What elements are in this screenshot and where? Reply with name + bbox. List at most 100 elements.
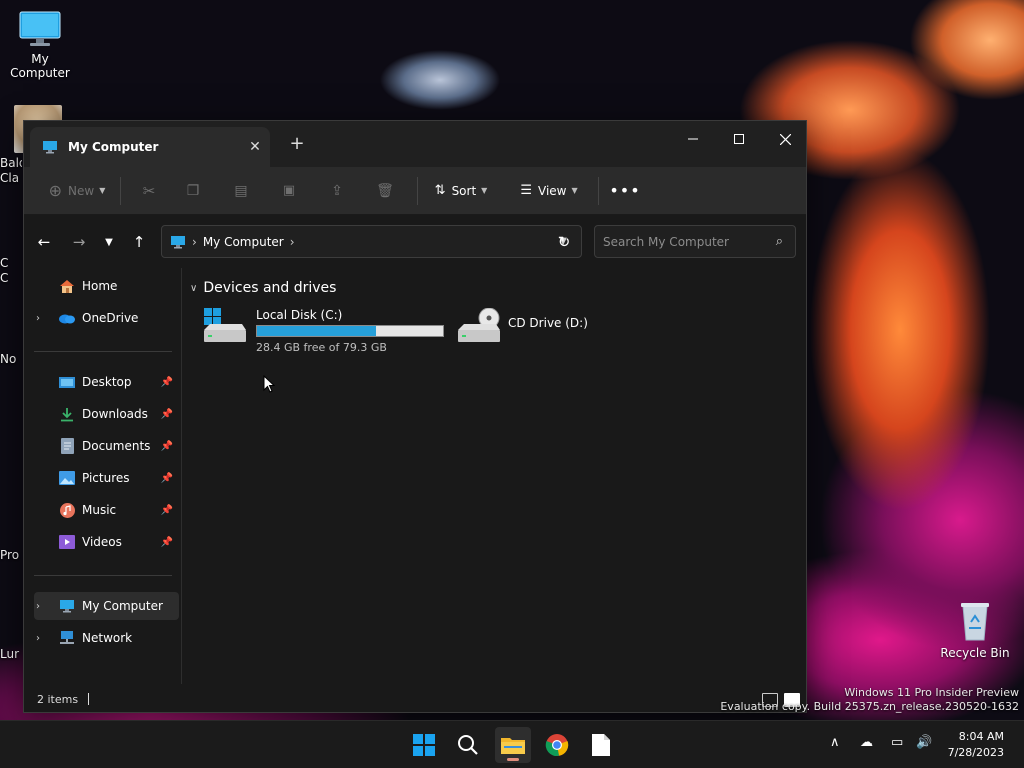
drive-details: Local Disk (C:) 28.4 GB free of 79.3 GB (256, 308, 444, 354)
clipboard-icon: ▤ (234, 182, 248, 199)
sidebar-item-label: Network (82, 631, 133, 645)
system-clock[interactable]: 8:04 AM 7/28/2023 (948, 729, 1004, 761)
view-icon: ☰ (520, 183, 532, 198)
sidebar-item-videos[interactable]: Videos 📌 (34, 528, 179, 556)
pin-icon[interactable]: 📌 (161, 377, 173, 388)
sidebar-item-documents[interactable]: Documents 📌 (34, 432, 179, 460)
tab-close-icon[interactable]: ✕ (240, 139, 270, 155)
recycle-bin-icon (961, 603, 989, 641)
toolbar-separator (120, 176, 121, 205)
drive-item-c[interactable]: Local Disk (C:) 28.4 GB free of 79.3 GB (202, 308, 444, 354)
share-button[interactable]: ⇪ (313, 174, 361, 208)
breadcrumb-chevron-icon[interactable]: › (290, 235, 295, 249)
chrome-taskbar-button[interactable] (539, 727, 575, 763)
sidebar-divider (34, 575, 172, 576)
sidebar-item-downloads[interactable]: Downloads 📌 (34, 400, 179, 428)
rename-button[interactable]: ▣ (265, 174, 313, 208)
new-button[interactable]: ⊕ New ▼ (42, 174, 112, 208)
navigation-pane: Home › OneDrive Desktop 📌 Downloads 📌 Do… (24, 268, 182, 684)
address-bar-row: ← → ▼ ↑ › My Computer › ▼ ↻ ⌕ (24, 216, 806, 268)
sort-button[interactable]: ⇅ Sort ▼ (426, 174, 496, 208)
breadcrumb-chevron-icon: › (192, 234, 197, 249)
copy-button[interactable]: ❐ (169, 174, 217, 208)
windows-logo-icon (413, 734, 435, 756)
file-explorer-taskbar-button[interactable] (495, 727, 531, 763)
item-count: 2 items (37, 692, 79, 706)
sidebar-item-pictures[interactable]: Pictures 📌 (34, 464, 179, 492)
desktop-my-computer[interactable]: My Computer (0, 10, 80, 80)
view-button[interactable]: ☰ View ▼ (508, 174, 590, 208)
expand-chevron-icon[interactable]: › (36, 313, 48, 324)
sidebar-item-desktop[interactable]: Desktop 📌 (34, 368, 179, 396)
group-title: Devices and drives (203, 280, 337, 296)
music-icon (58, 501, 76, 519)
close-window-button[interactable] (762, 125, 808, 153)
search-box[interactable]: ⌕ (594, 225, 796, 258)
build-watermark: Windows 11 Pro Insider Preview Evaluatio… (720, 686, 1019, 714)
collapse-chevron-icon[interactable]: ∨ (190, 283, 197, 294)
share-icon: ⇪ (331, 182, 343, 199)
show-hidden-icons-button[interactable]: ∧ (830, 735, 840, 750)
pictures-icon (58, 469, 76, 487)
sidebar-divider (34, 351, 172, 352)
breadcrumb-my-computer[interactable]: My Computer (203, 235, 284, 249)
pin-icon[interactable]: 📌 (161, 537, 173, 548)
maximize-button[interactable] (716, 125, 762, 153)
cut-button[interactable]: ✂ (129, 174, 169, 208)
pin-icon[interactable]: 📌 (161, 409, 173, 420)
cloud-icon (58, 309, 76, 327)
mouse-cursor-icon (263, 375, 275, 393)
scissors-icon: ✂ (142, 181, 156, 200)
desktop-recycle-bin[interactable]: Recycle Bin (935, 598, 1015, 660)
home-icon (58, 277, 76, 295)
sidebar-item-home[interactable]: Home (34, 272, 179, 300)
paste-button[interactable]: ▤ (217, 174, 265, 208)
more-options-button[interactable]: ••• (607, 174, 643, 208)
delete-button[interactable]: 🗑 (361, 174, 409, 208)
new-label: New (68, 183, 95, 198)
drive-name: CD Drive (D:) (508, 316, 588, 330)
sidebar-item-network[interactable]: › Network (34, 624, 179, 652)
pin-icon[interactable]: 📌 (161, 505, 173, 516)
clock-date: 7/28/2023 (947, 746, 1004, 759)
arrow-right-icon: → (72, 233, 86, 251)
sort-icon: ⇅ (434, 183, 446, 198)
sidebar-item-my-computer[interactable]: › My Computer (34, 592, 179, 620)
drive-free-space: 28.4 GB free of 79.3 GB (256, 341, 387, 354)
network-tray-icon[interactable]: ▭ (891, 735, 903, 750)
status-divider (88, 693, 90, 705)
cd-drive-icon (458, 308, 500, 342)
start-button[interactable] (406, 727, 442, 763)
group-header-devices[interactable]: ∨ Devices and drives (190, 280, 336, 296)
volume-icon[interactable]: 🔊 (916, 735, 932, 750)
monitor-icon (19, 11, 61, 46)
sidebar-item-onedrive[interactable]: › OneDrive (34, 304, 179, 332)
search-taskbar-button[interactable] (450, 727, 486, 763)
sidebar-item-music[interactable]: Music 📌 (34, 496, 179, 524)
monitor-icon (171, 235, 185, 248)
search-input[interactable] (595, 234, 776, 249)
refresh-button[interactable]: ↻ (552, 230, 576, 254)
back-button[interactable]: ← (32, 230, 56, 254)
drive-name: Local Disk (C:) (256, 308, 343, 322)
desktop-partial-label-7: Lur (0, 647, 20, 661)
pin-icon[interactable]: 📌 (161, 441, 173, 452)
tab-my-computer[interactable]: My Computer ✕ (30, 127, 270, 167)
up-button[interactable]: ↑ (127, 230, 151, 254)
minimize-button[interactable] (670, 125, 716, 153)
forward-button[interactable]: → (67, 230, 91, 254)
desktop-icon (58, 373, 76, 391)
new-tab-button[interactable]: + (286, 133, 308, 154)
expand-chevron-icon[interactable]: › (36, 601, 48, 612)
notepad-taskbar-button[interactable] (583, 727, 619, 763)
address-field[interactable]: › My Computer › ▼ (161, 225, 582, 258)
network-icon (58, 629, 76, 647)
recent-locations-button[interactable]: ▼ (97, 230, 121, 254)
onedrive-tray-icon[interactable]: ☁ (860, 735, 873, 750)
expand-chevron-icon[interactable]: › (36, 633, 48, 644)
drive-item-d[interactable]: CD Drive (D:) (456, 308, 588, 344)
sidebar-item-label: Desktop (82, 375, 132, 389)
pin-icon[interactable]: 📌 (161, 473, 173, 484)
sidebar-item-label: Documents (82, 439, 151, 453)
status-bar: 2 items (24, 684, 806, 714)
